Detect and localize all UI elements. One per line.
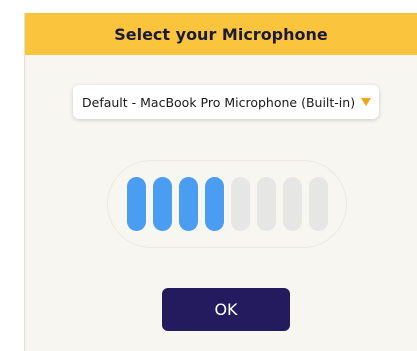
level-bar-inactive — [308, 177, 328, 231]
level-bar-active — [204, 177, 224, 231]
dialog-header: Select your Microphone — [25, 13, 417, 55]
level-bar-inactive — [230, 177, 250, 231]
level-bar-active — [178, 177, 198, 231]
microphone-select[interactable]: Default - MacBook Pro Microphone (Built-… — [73, 85, 379, 119]
level-bar-active — [152, 177, 172, 231]
level-bar-inactive — [256, 177, 276, 231]
microphone-dialog: Select your Microphone Default - MacBook… — [24, 13, 417, 351]
microphone-level-meter — [107, 160, 347, 248]
level-bar-active — [126, 177, 146, 231]
ok-button[interactable]: OK — [162, 288, 290, 331]
dialog-title: Select your Microphone — [114, 24, 328, 44]
microphone-select-value: Default - MacBook Pro Microphone (Built-… — [82, 94, 356, 110]
triangle-down-icon — [361, 98, 372, 106]
level-bar-inactive — [282, 177, 302, 231]
